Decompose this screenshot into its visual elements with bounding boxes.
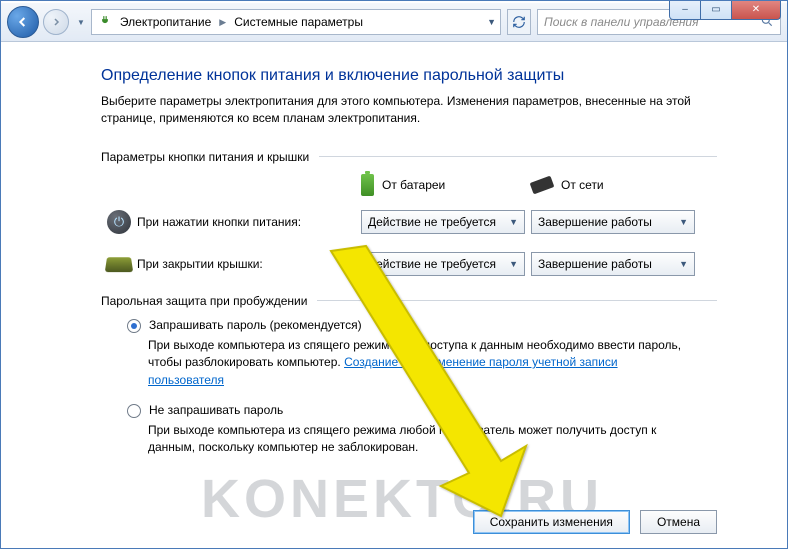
lid-row: При закрытии крышки: Действие не требует… [101,252,717,276]
breadcrumb-root[interactable]: Электропитание [120,15,211,29]
chevron-down-icon: ▼ [509,217,518,227]
power-plan-icon [96,15,114,29]
require-password-label: Запрашивать пароль (рекомендуется) [149,318,362,332]
chevron-down-icon: ▼ [679,259,688,269]
breadcrumb-separator-icon: ▶ [219,17,226,28]
group-password: Парольная защита при пробуждении [101,294,717,308]
page-intro: Выберите параметры электропитания для эт… [101,93,717,128]
chevron-down-icon: ▼ [679,217,688,227]
nav-back-button[interactable] [7,6,39,38]
chevron-down-icon: ▼ [509,259,518,269]
cancel-button[interactable]: Отмена [640,510,717,534]
group-power-buttons: Параметры кнопки питания и крышки [101,150,717,164]
no-password-radio[interactable] [127,404,141,418]
footer-buttons: Сохранить изменения Отмена [1,510,787,534]
power-icon: ⏻ [107,210,131,234]
control-panel-window: – ▭ ✕ ▼ Электропитание ▶ Системные парам… [0,0,788,549]
no-password-label: Не запрашивать пароль [149,403,283,417]
require-password-radio[interactable] [127,319,141,333]
maximize-button[interactable]: ▭ [701,0,732,20]
nav-forward-button[interactable] [43,9,69,35]
plug-icon [530,175,555,194]
page-title: Определение кнопок питания и включение п… [101,67,717,85]
breadcrumb-current[interactable]: Системные параметры [234,15,363,29]
close-button[interactable]: ✕ [732,0,781,20]
address-dropdown-icon[interactable]: ▼ [487,17,496,27]
plugged-column-header: От сети [531,174,701,196]
save-button[interactable]: Сохранить изменения [473,510,630,534]
content-area: Определение кнопок питания и включение п… [1,41,787,548]
minimize-button[interactable]: – [669,0,701,20]
column-headers: От батареи От сети [101,174,717,196]
battery-column-header: От батареи [361,174,531,196]
power-button-label: При нажатии кнопки питания: [137,215,361,229]
power-button-plugged-select[interactable]: Завершение работы▼ [531,210,695,234]
nav-history-dropdown[interactable]: ▼ [77,18,85,27]
power-button-battery-select[interactable]: Действие не требуется▼ [361,210,525,234]
laptop-lid-icon [105,257,133,272]
window-caption-buttons: – ▭ ✕ [669,0,781,20]
address-bar[interactable]: Электропитание ▶ Системные параметры ▼ [91,9,501,35]
refresh-button[interactable] [507,9,531,35]
require-password-desc: При выходе компьютера из спящего режима … [148,337,688,389]
lid-label: При закрытии крышки: [137,257,361,271]
power-button-row: ⏻ При нажатии кнопки питания: Действие н… [101,210,717,234]
no-password-desc: При выходе компьютера из спящего режима … [148,422,688,457]
lid-battery-select[interactable]: Действие не требуется▼ [361,252,525,276]
lid-plugged-select[interactable]: Завершение работы▼ [531,252,695,276]
battery-icon [361,174,374,196]
